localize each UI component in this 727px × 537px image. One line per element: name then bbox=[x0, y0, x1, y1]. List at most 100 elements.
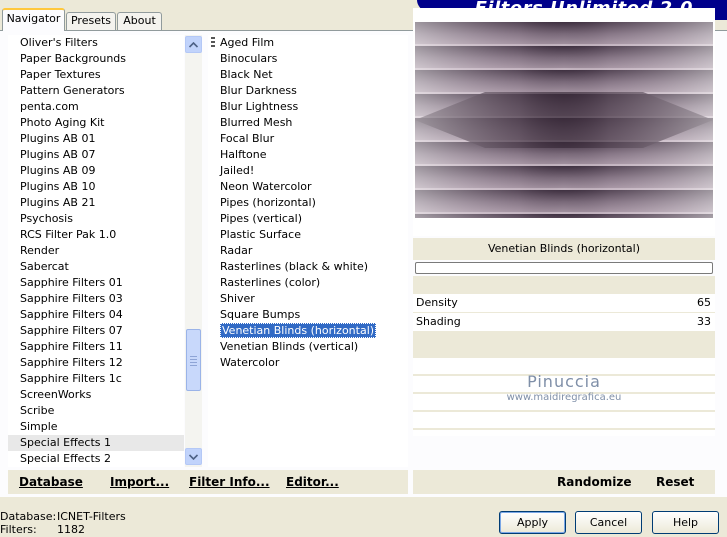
param-shading[interactable]: Shading 33 bbox=[413, 313, 715, 331]
list-item[interactable]: Simple bbox=[8, 419, 184, 435]
list-item[interactable]: ScreenWorks bbox=[8, 387, 184, 403]
param-value: 33 bbox=[697, 315, 711, 328]
list-item-label: Plugins AB 21 bbox=[20, 196, 96, 209]
list-item-label: Square Bumps bbox=[220, 308, 301, 321]
list-item[interactable]: Paper Backgrounds bbox=[8, 51, 184, 67]
list-item[interactable]: Focal Blur bbox=[208, 131, 408, 147]
list-item[interactable]: Watercolor bbox=[208, 355, 408, 371]
list-item-label: Blur Lightness bbox=[220, 100, 299, 113]
list-item[interactable]: Special Effects 2 bbox=[8, 451, 184, 467]
list-item[interactable]: Special Effects 1 bbox=[8, 435, 184, 451]
list-item[interactable]: Radar bbox=[208, 243, 408, 259]
tab-presets[interactable]: Presets bbox=[66, 12, 116, 30]
list-item[interactable]: Square Bumps bbox=[208, 307, 408, 323]
list-item-label: Rasterlines (color) bbox=[220, 276, 321, 289]
list-item[interactable]: Aged Film bbox=[208, 35, 408, 51]
list-item[interactable]: Blur Darkness bbox=[208, 83, 408, 99]
list-item[interactable]: Sapphire Filters 1c bbox=[8, 371, 184, 387]
randomize-button[interactable]: Randomize bbox=[557, 475, 631, 489]
list-item-label: Sapphire Filters 12 bbox=[20, 356, 123, 369]
list-item[interactable]: Scribe bbox=[8, 403, 184, 419]
list-item-label: Black Net bbox=[220, 68, 273, 81]
list-item[interactable]: Halftone bbox=[208, 147, 408, 163]
param-label: Density bbox=[416, 296, 458, 309]
watermark-name: Pinuccia bbox=[527, 372, 601, 391]
list-item-label: Plastic Surface bbox=[220, 228, 301, 241]
cancel-button[interactable]: Cancel bbox=[575, 511, 642, 534]
list-item[interactable]: Rasterlines (black & white) bbox=[208, 259, 408, 275]
list-item[interactable]: Pattern Generators bbox=[8, 83, 184, 99]
param-density[interactable]: Density 65 bbox=[413, 294, 715, 312]
list-item-label: Sapphire Filters 07 bbox=[20, 324, 123, 337]
list-item-label: Blur Darkness bbox=[220, 84, 297, 97]
apply-button[interactable]: Apply bbox=[499, 511, 566, 534]
filter-list[interactable]: Aged Film Binoculars Black Net Blur Darknes… bbox=[208, 35, 408, 467]
list-item-label: Rasterlines (black & white) bbox=[220, 260, 369, 273]
help-button[interactable]: Help bbox=[652, 511, 719, 534]
list-item-label: Binoculars bbox=[220, 52, 278, 65]
list-item[interactable]: Binoculars bbox=[208, 51, 408, 67]
import-button[interactable]: Import... bbox=[110, 475, 169, 489]
scroll-thumb[interactable] bbox=[186, 329, 201, 391]
reset-button[interactable]: Reset bbox=[656, 475, 694, 489]
scroll-up-button[interactable] bbox=[185, 36, 202, 53]
list-item[interactable]: Psychosis bbox=[8, 211, 184, 227]
list-item[interactable]: Blur Lightness bbox=[208, 99, 408, 115]
list-item[interactable]: Rasterlines (color) bbox=[208, 275, 408, 291]
list-item-label: Simple bbox=[20, 420, 58, 433]
list-item-label: Sapphire Filters 1c bbox=[20, 372, 122, 385]
list-item[interactable]: Plugins AB 07 bbox=[8, 147, 184, 163]
preview-image[interactable] bbox=[415, 22, 713, 218]
category-list[interactable]: Oliver's Filters Paper Backgrounds Paper T… bbox=[8, 35, 184, 467]
list-item-label: Venetian Blinds (horizontal) bbox=[220, 323, 377, 338]
scroll-down-button[interactable] bbox=[185, 448, 202, 465]
chevron-down-icon bbox=[189, 453, 198, 460]
list-item-label: Plugins AB 07 bbox=[20, 148, 96, 161]
list-item-label: Radar bbox=[220, 244, 253, 257]
param-empty-row bbox=[413, 412, 715, 428]
list-item-label: RCS Filter Pak 1.0 bbox=[20, 228, 117, 241]
list-item[interactable]: Plugins AB 10 bbox=[8, 179, 184, 195]
list-item[interactable]: Sapphire Filters 11 bbox=[8, 339, 184, 355]
editor-button[interactable]: Editor... bbox=[286, 475, 339, 489]
list-item[interactable]: Sapphire Filters 03 bbox=[8, 291, 184, 307]
list-item-label: Special Effects 2 bbox=[20, 452, 112, 465]
list-item[interactable]: Jailed! bbox=[208, 163, 408, 179]
list-item[interactable]: Paper Textures bbox=[8, 67, 184, 83]
list-item-label: Paper Textures bbox=[20, 68, 101, 81]
list-item[interactable]: Blurred Mesh bbox=[208, 115, 408, 131]
category-scrollbar[interactable] bbox=[185, 35, 202, 467]
list-item[interactable]: Sapphire Filters 01 bbox=[8, 275, 184, 291]
list-item[interactable]: Sapphire Filters 04 bbox=[8, 307, 184, 323]
list-item[interactable]: Venetian Blinds (vertical) bbox=[208, 339, 408, 355]
list-item[interactable]: Plugins AB 09 bbox=[8, 163, 184, 179]
list-item-label: Render bbox=[20, 244, 60, 257]
list-item[interactable]: Venetian Blinds (horizontal) bbox=[208, 323, 408, 339]
list-item[interactable]: Render bbox=[8, 243, 184, 259]
list-item[interactable]: Sabercat bbox=[8, 259, 184, 275]
list-item[interactable]: RCS Filter Pak 1.0 bbox=[8, 227, 184, 243]
list-item[interactable]: Black Net bbox=[208, 67, 408, 83]
list-item[interactable]: Plugins AB 21 bbox=[8, 195, 184, 211]
filter-info-button[interactable]: Filter Info... bbox=[189, 475, 270, 489]
database-button[interactable]: Database bbox=[19, 475, 83, 489]
list-item[interactable]: Pipes (horizontal) bbox=[208, 195, 408, 211]
list-item[interactable]: penta.com bbox=[8, 99, 184, 115]
list-item[interactable]: Plugins AB 01 bbox=[8, 131, 184, 147]
tab-about[interactable]: About bbox=[117, 12, 162, 30]
list-item[interactable]: Pipes (vertical) bbox=[208, 211, 408, 227]
list-item-label: Special Effects 1 bbox=[20, 436, 112, 449]
list-item[interactable]: Photo Aging Kit bbox=[8, 115, 184, 131]
list-item-label: Neon Watercolor bbox=[220, 180, 312, 193]
param-empty-row bbox=[413, 430, 715, 436]
list-item[interactable]: Shiver bbox=[208, 291, 408, 307]
list-item[interactable]: Oliver's Filters bbox=[8, 35, 184, 51]
tab-navigator[interactable]: Navigator bbox=[2, 8, 65, 31]
list-item[interactable]: Neon Watercolor bbox=[208, 179, 408, 195]
list-item[interactable]: Sapphire Filters 12 bbox=[8, 355, 184, 371]
list-item[interactable]: Sapphire Filters 07 bbox=[8, 323, 184, 339]
list-item-label: Sapphire Filters 04 bbox=[20, 308, 123, 321]
list-item-label: Focal Blur bbox=[220, 132, 275, 145]
status-database-label: Database: bbox=[0, 510, 57, 523]
list-item[interactable]: Plastic Surface bbox=[208, 227, 408, 243]
